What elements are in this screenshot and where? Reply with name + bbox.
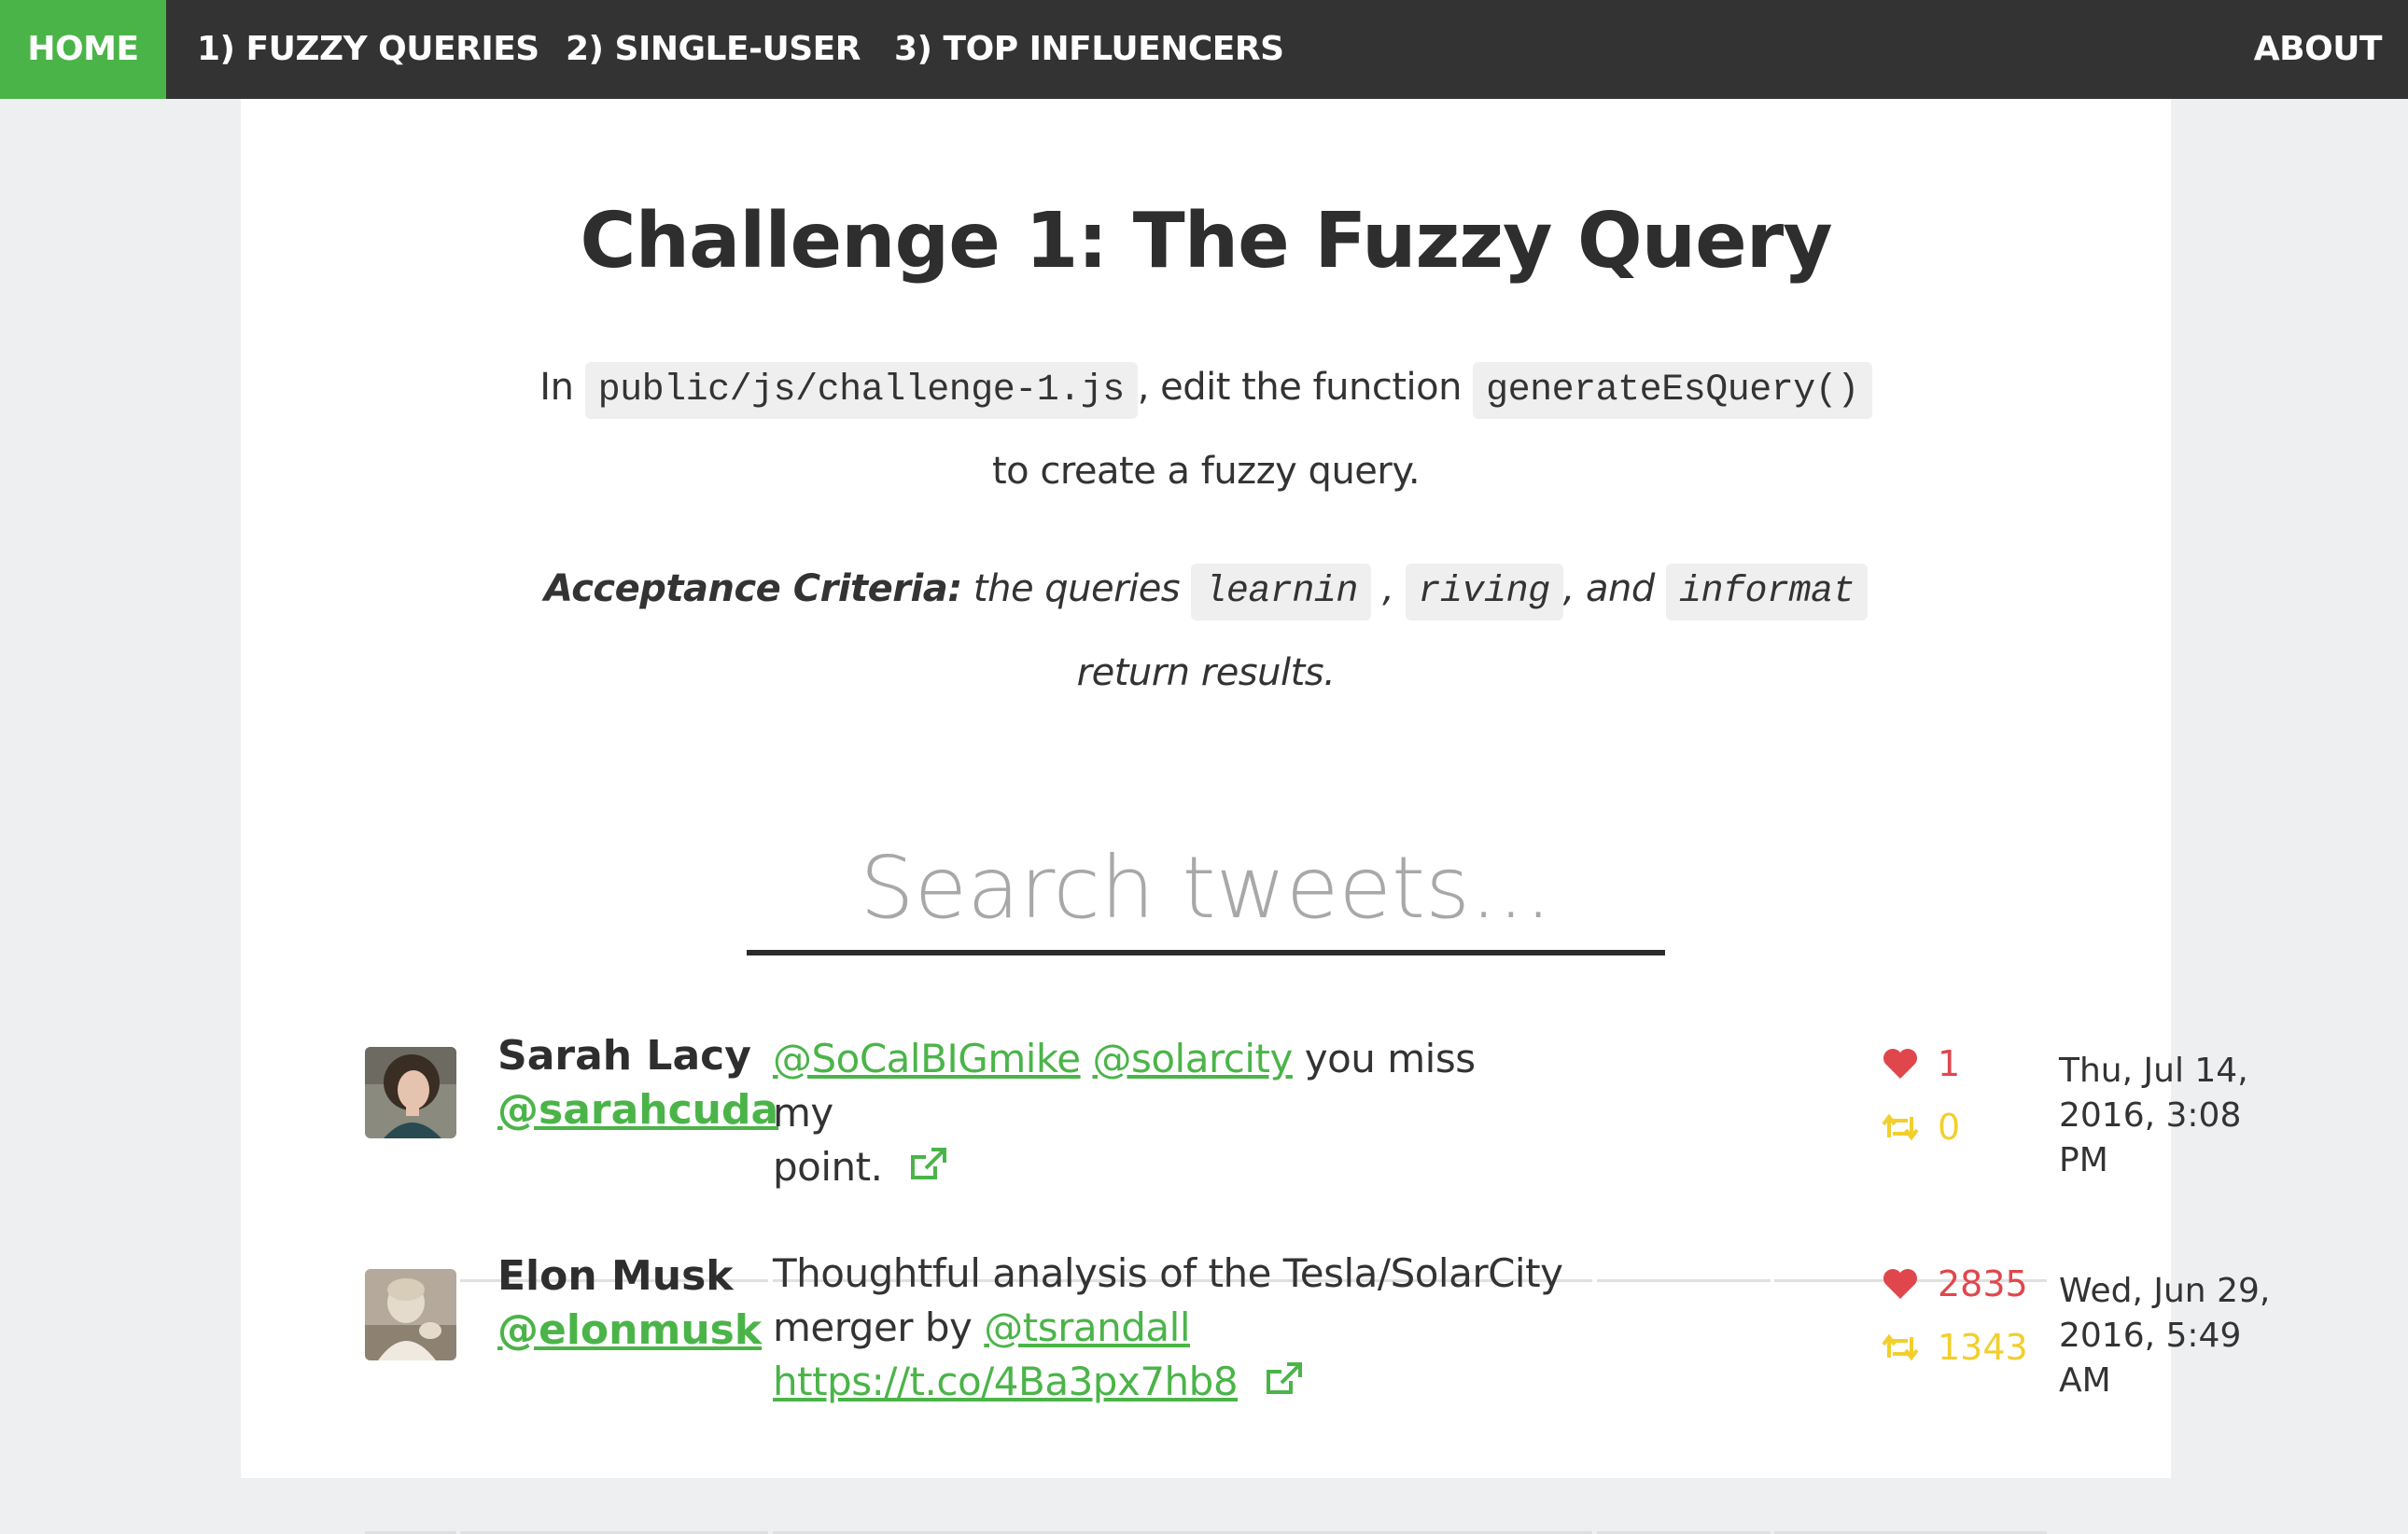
retweets-count: 0 bbox=[1882, 1107, 1960, 1148]
user-handle-link[interactable]: @elonmusk bbox=[497, 1306, 762, 1354]
heart-icon bbox=[1883, 1269, 1917, 1299]
tweet-date-part: Wed, Jun 29, bbox=[2059, 1272, 2271, 1310]
tweet-date: Thu, Jul 14, 2016, 3:08 PM bbox=[2059, 1049, 2292, 1183]
tweet-text: Thoughtful analysis of the Tesla/SolarCi… bbox=[773, 1247, 1575, 1412]
page-title: Challenge 1: The Fuzzy Query bbox=[580, 197, 1832, 286]
likes-count: 2835 bbox=[1882, 1263, 2028, 1304]
tweet-text-part: merger by bbox=[773, 1304, 973, 1350]
acceptance-text: the queries bbox=[973, 567, 1181, 610]
main-content: Challenge 1: The Fuzzy Query In public/j… bbox=[241, 99, 2270, 1534]
retweets-value: 0 bbox=[1938, 1107, 1961, 1148]
likes-value: 1 bbox=[1938, 1043, 1961, 1084]
tweet-date: Wed, Jun 29, 2016, 5:49 AM bbox=[2059, 1269, 2292, 1403]
nav-home[interactable]: HOME bbox=[0, 0, 166, 99]
user-name: Sarah Lacy bbox=[497, 1032, 751, 1080]
nav-fuzzy-queries[interactable]: 1) FUZZY QUERIES bbox=[197, 0, 539, 99]
table-row: Sarah Lacy @sarahcuda @SoCalBIGmike @sol… bbox=[365, 1032, 2248, 1282]
table-row: Elon Musk @elonmusk Thoughtful analysis … bbox=[365, 1250, 2270, 1534]
acceptance-suffix: return results. bbox=[1076, 651, 1336, 694]
likes-value: 2835 bbox=[1938, 1263, 2028, 1304]
acceptance-criteria-line: Acceptance Criteria: the queries learnin… bbox=[241, 564, 2171, 621]
instructions-line: In public/js/challenge-1.js, edit the fu… bbox=[241, 362, 2171, 419]
file-path-code: public/js/challenge-1.js bbox=[584, 362, 1138, 419]
tweet-url-link[interactable]: https://t.co/4Ba3px7hb8 bbox=[773, 1359, 1239, 1404]
tweet-date-part: Thu, Jul 14, bbox=[2059, 1052, 2248, 1090]
retweets-value: 1343 bbox=[1938, 1327, 2028, 1368]
function-name-code: generateEsQuery() bbox=[1473, 362, 1872, 419]
retweets-count: 1343 bbox=[1882, 1327, 2028, 1368]
acceptance-sep-2: , and bbox=[1562, 567, 1656, 610]
mention-link[interactable]: @tsrandall bbox=[984, 1304, 1190, 1350]
nav-top-influencers[interactable]: 3) TOP INFLUENCERS bbox=[894, 0, 1284, 99]
mention-link[interactable]: @SoCalBIGmike bbox=[773, 1036, 1081, 1081]
query-learnin-code: learnin bbox=[1191, 564, 1371, 621]
tweet-text-part: Thoughtful analysis of the Tesla/SolarCi… bbox=[773, 1250, 1563, 1296]
retweet-icon bbox=[1882, 1333, 1919, 1361]
query-riving-code: riving bbox=[1405, 564, 1563, 621]
avatar bbox=[365, 1269, 456, 1360]
top-nav: HOME 1) FUZZY QUERIES 2) SINGLE-USER 3) … bbox=[0, 0, 2408, 99]
tweet-text: @SoCalBIGmike @solarcity you miss my poi… bbox=[773, 1032, 1547, 1197]
user-handle-link[interactable]: @sarahcuda bbox=[497, 1086, 778, 1134]
search-input[interactable] bbox=[747, 825, 1665, 955]
instructions-middle: , edit the function bbox=[1137, 366, 1463, 409]
instructions-suffix: to create a fuzzy query. bbox=[991, 450, 1421, 493]
mention-link[interactable]: @solarcity bbox=[1092, 1036, 1293, 1081]
acceptance-label: Acceptance Criteria: bbox=[543, 567, 962, 610]
user-name: Elon Musk bbox=[497, 1252, 734, 1300]
nav-single-user[interactable]: 2) SINGLE-USER bbox=[566, 0, 861, 99]
avatar bbox=[365, 1047, 456, 1138]
retweet-icon bbox=[1882, 1113, 1919, 1141]
acceptance-sep-1: , bbox=[1382, 567, 1394, 610]
likes-count: 1 bbox=[1882, 1043, 1960, 1084]
tweet-text-part: point. bbox=[773, 1144, 883, 1190]
nav-about[interactable]: ABOUT bbox=[2254, 0, 2383, 99]
tweet-date-part: 2016, 5:49 AM bbox=[2059, 1317, 2242, 1400]
heart-icon bbox=[1883, 1049, 1917, 1079]
instructions-prefix: In bbox=[539, 366, 574, 409]
external-link-icon[interactable] bbox=[907, 1143, 948, 1197]
tweet-date-part: 2016, 3:08 PM bbox=[2059, 1096, 2242, 1179]
external-link-icon[interactable] bbox=[1263, 1358, 1304, 1412]
query-informat-code: informat bbox=[1665, 564, 1869, 621]
